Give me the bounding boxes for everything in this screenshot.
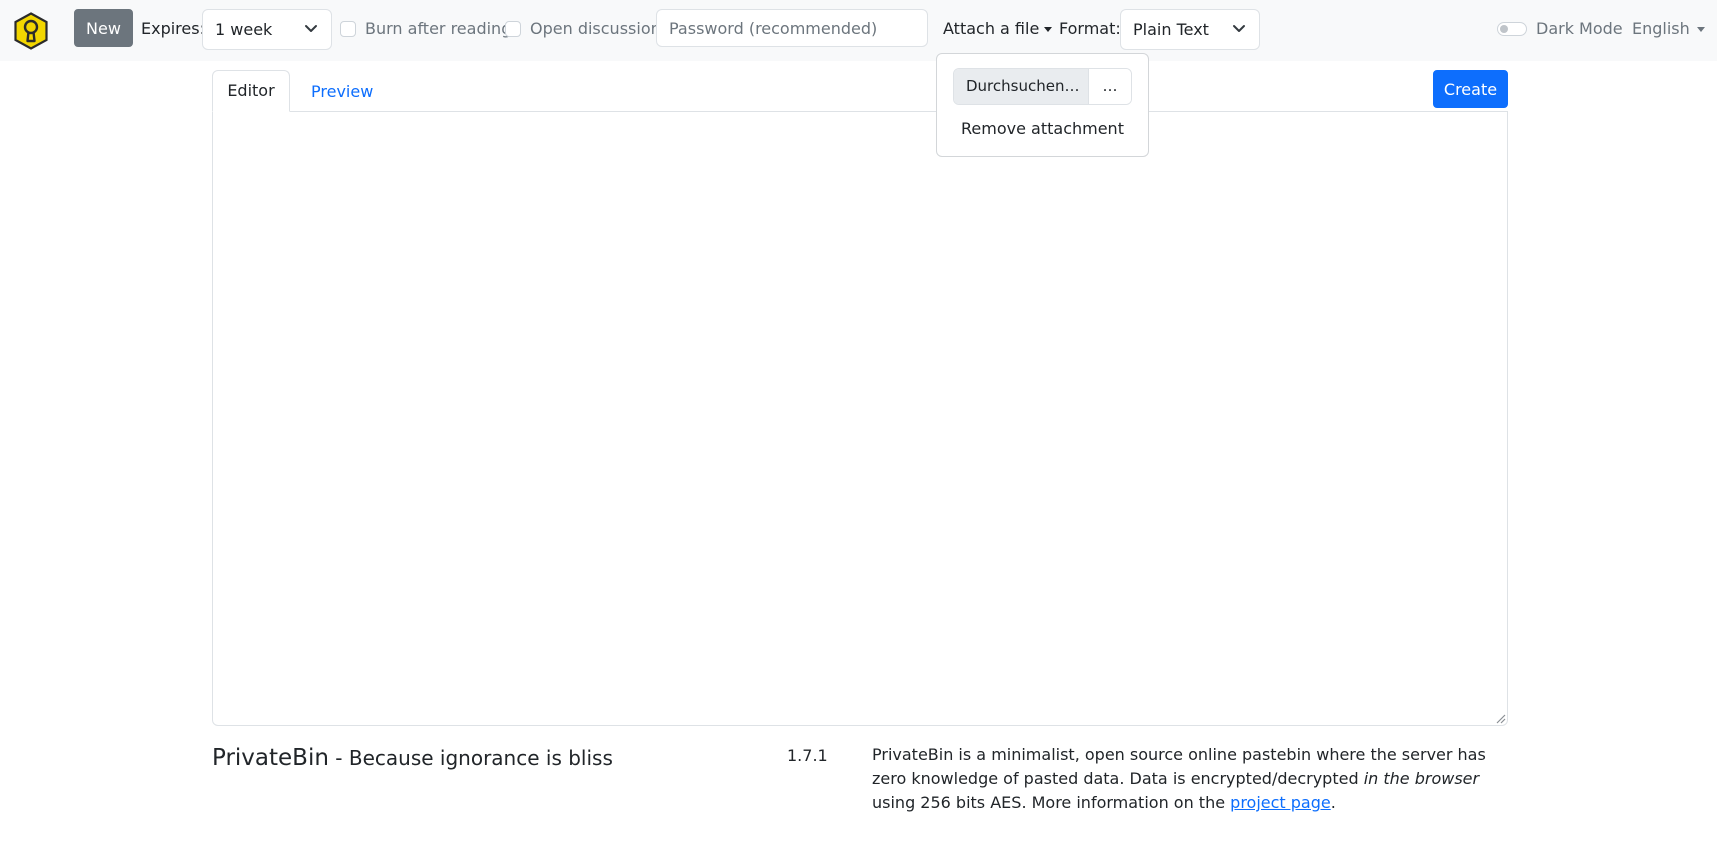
open-discussion-checkbox[interactable]	[505, 21, 521, 37]
attach-file-dropdown: Durchsuchen… … Remove attachment	[936, 53, 1149, 157]
expires-select[interactable]: 1 week	[202, 9, 332, 50]
format-select[interactable]: Plain Text	[1120, 9, 1260, 50]
attach-file-toggle[interactable]: Attach a file	[943, 18, 1053, 40]
about-text: PrivateBin is a minimalist, open source …	[872, 743, 1492, 815]
dark-mode-label: Dark Mode	[1536, 19, 1623, 38]
toggle-knob	[1500, 25, 1508, 33]
burn-after-reading-checkbox[interactable]	[340, 21, 356, 37]
create-button[interactable]: Create	[1433, 70, 1508, 108]
open-discussion-option[interactable]: Open discussion	[505, 18, 661, 40]
top-navbar: New Expires: 1 week Burn after reading O…	[0, 0, 1717, 61]
version-number: 1.7.1	[787, 746, 828, 765]
expires-label: Expires:	[141, 19, 205, 38]
browse-button[interactable]: Durchsuchen…	[954, 69, 1089, 104]
dark-mode-toggle[interactable]	[1497, 22, 1527, 36]
chevron-down-icon	[1233, 25, 1245, 32]
caret-down-icon	[1044, 26, 1053, 32]
resize-grip-icon[interactable]	[1494, 712, 1506, 724]
project-page-link[interactable]: project page	[1230, 793, 1331, 812]
caret-down-icon	[1696, 26, 1705, 32]
attach-file-label: Attach a file	[943, 19, 1040, 38]
format-label: Format:	[1059, 19, 1121, 38]
tab-editor[interactable]: Editor	[212, 70, 290, 112]
burn-after-reading-option[interactable]: Burn after reading	[340, 18, 511, 40]
brand-name: PrivateBin	[212, 745, 329, 771]
footer-brand: PrivateBin - Because ignorance is bliss	[212, 743, 613, 773]
about-text-emphasis: in the browser	[1363, 769, 1480, 788]
language-menu[interactable]: English	[1632, 18, 1705, 40]
paste-textarea[interactable]	[212, 111, 1508, 726]
new-button[interactable]: New	[74, 9, 133, 47]
file-input[interactable]: Durchsuchen… …	[953, 68, 1132, 105]
password-input[interactable]	[656, 9, 928, 47]
remove-attachment-item[interactable]: Remove attachment	[937, 118, 1148, 140]
open-discussion-label: Open discussion	[530, 19, 661, 38]
chevron-down-icon	[305, 25, 317, 32]
keyhole-hexagon-icon[interactable]	[13, 12, 49, 50]
about-text-end: .	[1330, 793, 1336, 812]
language-label: English	[1632, 19, 1690, 38]
brand-tagline: - Because ignorance is bliss	[328, 746, 613, 770]
format-value: Plain Text	[1133, 20, 1209, 39]
expires-value: 1 week	[215, 20, 273, 39]
burn-after-reading-label: Burn after reading	[365, 19, 512, 38]
about-text-part2: using 256 bits AES. More information on …	[872, 793, 1231, 812]
file-name-display[interactable]: …	[1089, 69, 1131, 104]
tab-preview[interactable]: Preview	[311, 81, 373, 103]
